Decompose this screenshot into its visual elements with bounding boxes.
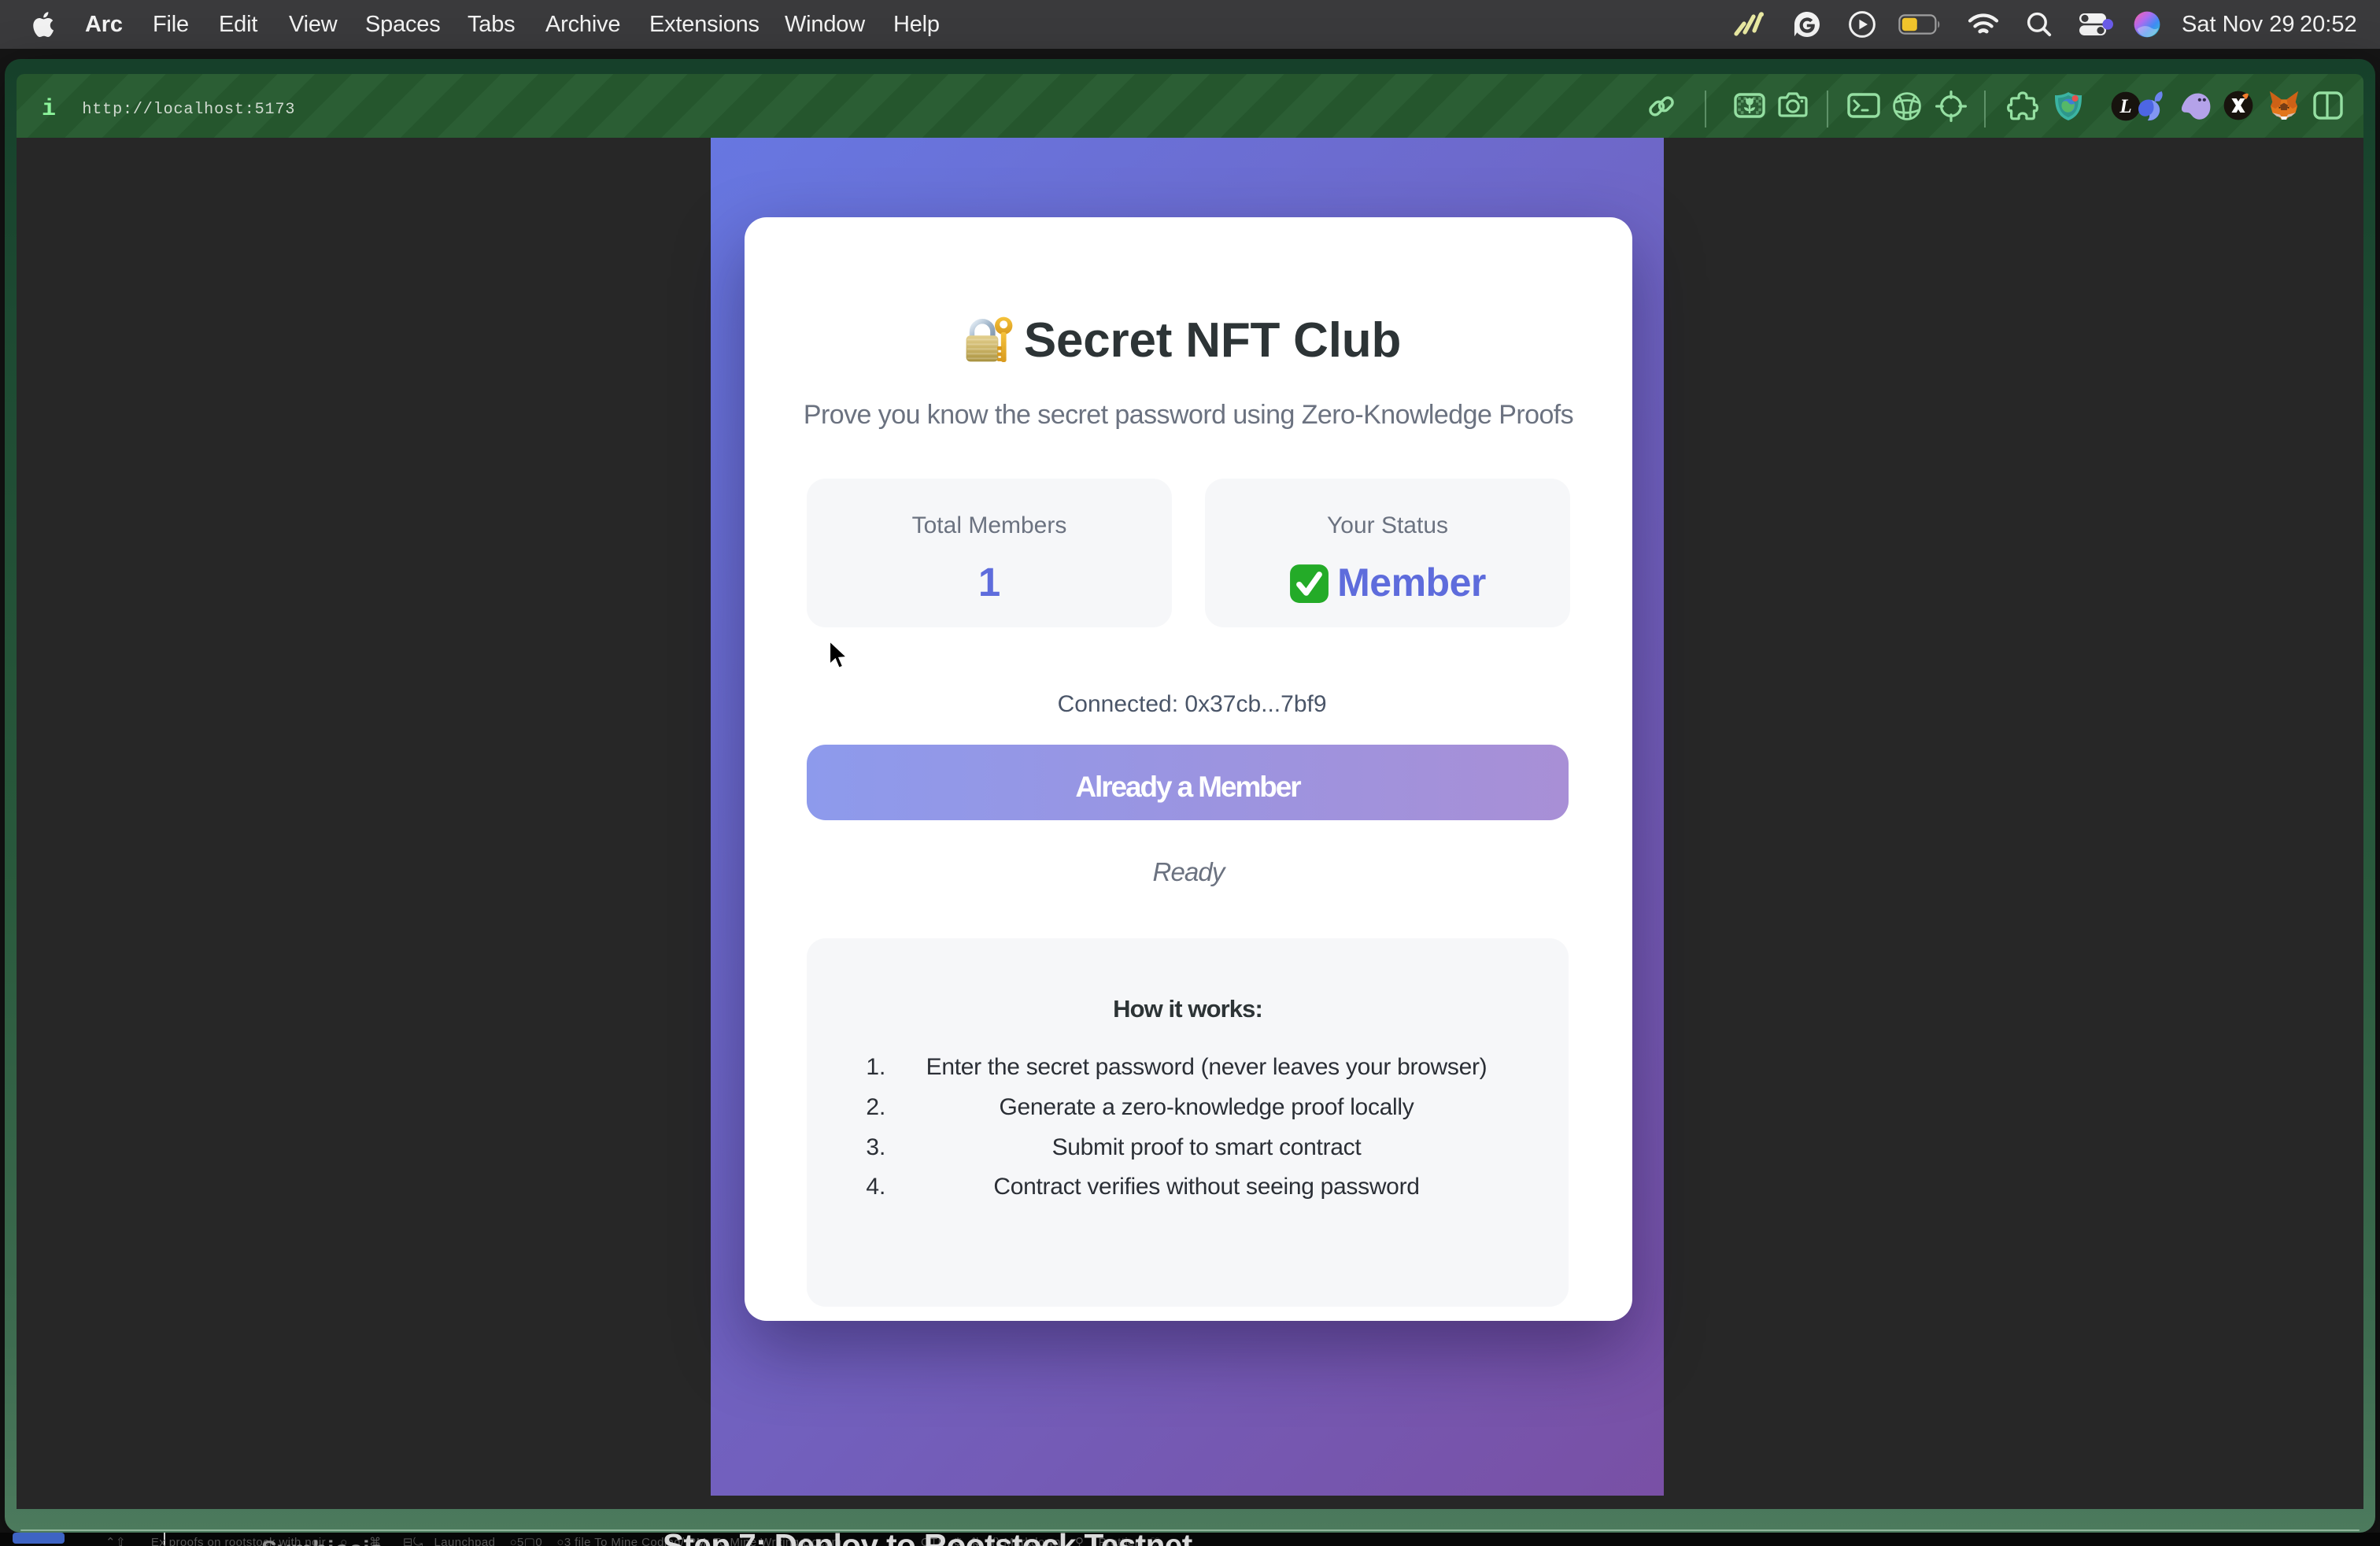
svg-text:L: L bbox=[2119, 96, 2131, 117]
